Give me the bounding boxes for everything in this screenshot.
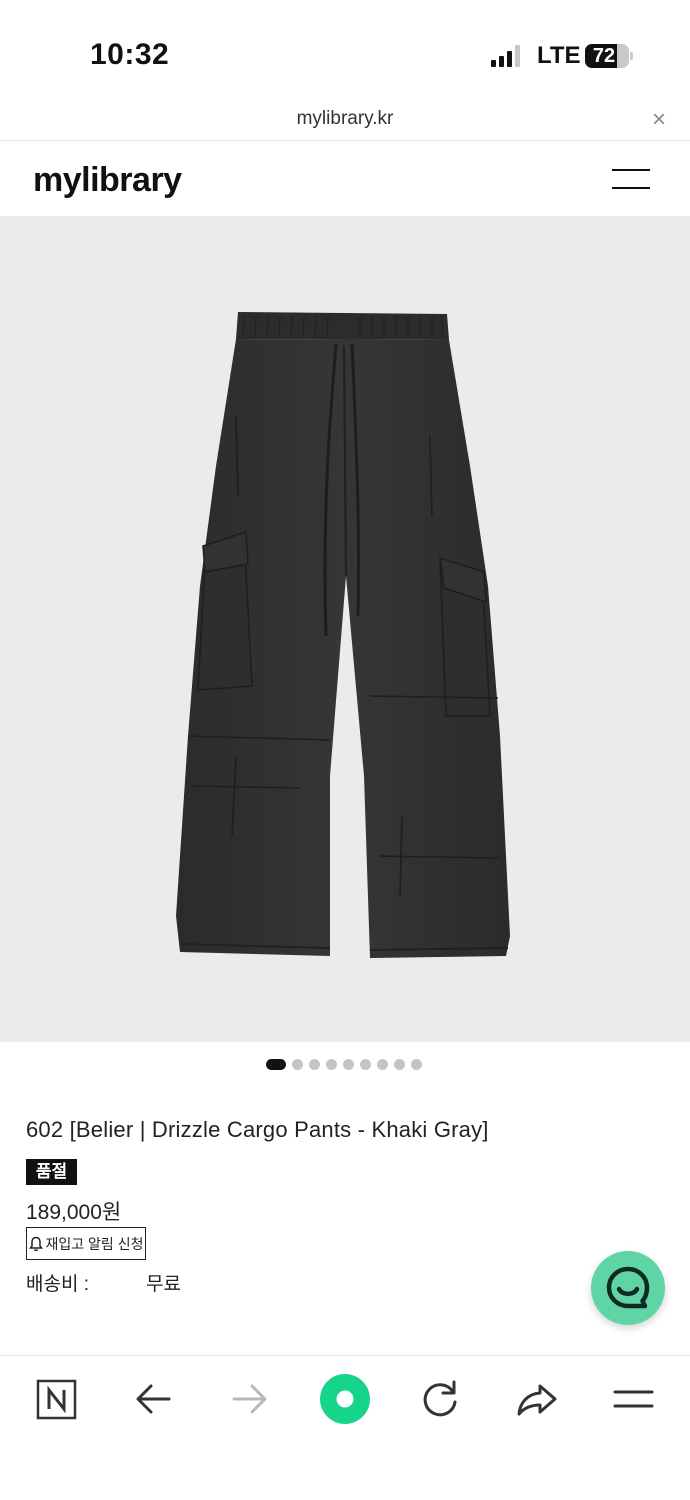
product-price: 189,000원: [26, 1201, 122, 1224]
share-button[interactable]: [512, 1374, 562, 1424]
cargo-pants-image: [176, 312, 510, 958]
carousel-dot[interactable]: [309, 1059, 320, 1070]
bell-icon: [28, 1236, 43, 1251]
product-image[interactable]: [0, 216, 690, 1042]
reload-button[interactable]: [415, 1374, 465, 1424]
carousel-dot[interactable]: [292, 1059, 303, 1070]
home-button[interactable]: [320, 1374, 370, 1424]
browser-url-bar: mylibrary.kr ×: [0, 100, 690, 141]
url-text[interactable]: mylibrary.kr: [0, 108, 690, 130]
menu-icon[interactable]: [612, 169, 650, 189]
menu-icon: [613, 1390, 654, 1408]
status-bar: 10:32 LTE 72: [0, 0, 690, 100]
share-icon: [517, 1384, 557, 1416]
naver-n-icon: [36, 1379, 77, 1420]
carousel-dot[interactable]: [394, 1059, 405, 1070]
browser-bottom-toolbar: [0, 1355, 690, 1500]
shipping-label: 배송비 :: [26, 1274, 89, 1295]
site-logo[interactable]: mylibrary: [33, 161, 182, 200]
back-arrow-icon: [136, 1384, 171, 1414]
home-green-icon: [320, 1374, 370, 1424]
network-type: LTE: [537, 42, 581, 69]
carousel-dot[interactable]: [343, 1059, 354, 1070]
site-header: mylibrary: [0, 141, 690, 216]
close-icon[interactable]: ×: [652, 106, 666, 134]
carousel-dot[interactable]: [411, 1059, 422, 1070]
forward-button[interactable]: [224, 1374, 274, 1424]
carousel-dots[interactable]: [266, 1059, 422, 1070]
restock-alert-button[interactable]: 재입고 알림 신청: [26, 1227, 146, 1260]
carousel-dot[interactable]: [326, 1059, 337, 1070]
battery-icon: 72: [585, 44, 629, 68]
reload-icon: [423, 1380, 457, 1417]
product-title: 602 [Belier | Drizzle Cargo Pants - Khak…: [26, 1117, 489, 1142]
chat-button[interactable]: [591, 1251, 665, 1325]
carousel-dot[interactable]: [377, 1059, 388, 1070]
restock-button-label: 재입고 알림 신청: [45, 1235, 144, 1252]
soldout-badge: 품절: [26, 1159, 77, 1185]
back-button[interactable]: [129, 1374, 179, 1424]
carousel-dot[interactable]: [360, 1059, 371, 1070]
shipping-value: 무료: [146, 1274, 181, 1295]
browser-menu-button[interactable]: [608, 1374, 658, 1424]
chat-smile-icon: [606, 1266, 650, 1309]
battery-tip: [630, 52, 633, 60]
signal-icon: [491, 45, 520, 67]
forward-arrow-icon: [232, 1384, 267, 1414]
battery-level: 72: [592, 45, 616, 67]
status-time: 10:32: [90, 38, 170, 71]
naver-n-button[interactable]: [32, 1374, 82, 1424]
carousel-dot[interactable]: [266, 1059, 286, 1070]
